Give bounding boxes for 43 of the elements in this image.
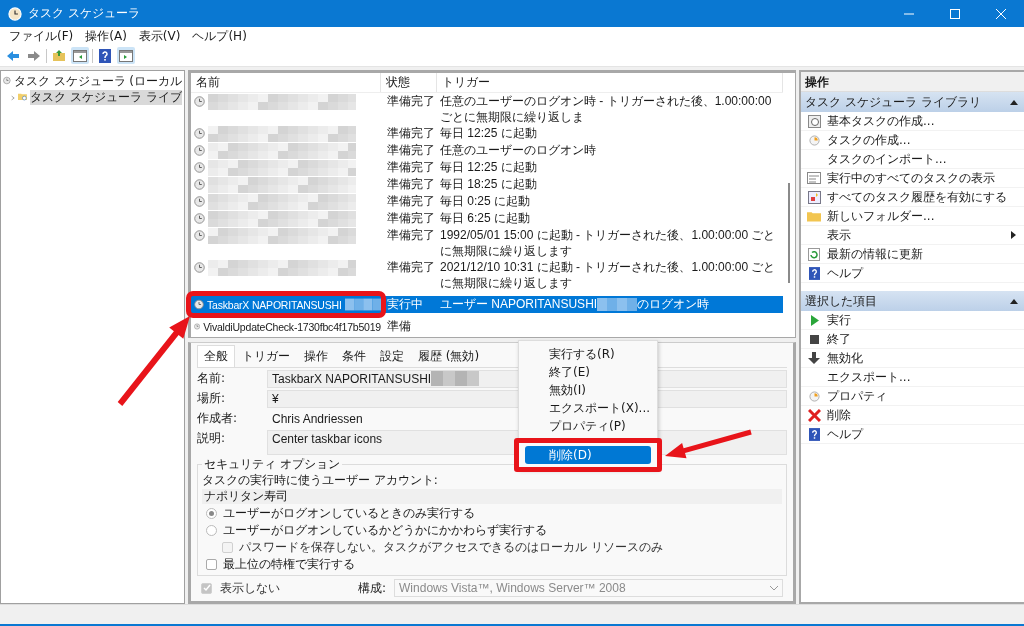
task-trigger: 2021/12/10 10:31 に起動 - トリガーされた後、1.00:00:00 ごとに無期限に繰り返します xyxy=(440,259,777,291)
task-status: 準備完了 xyxy=(386,227,436,243)
field-value: ¥ xyxy=(272,391,279,407)
option-label: ユーザーがログオンしているかどうかにかかわらず実行する xyxy=(223,522,547,538)
task-trigger: 毎日 0:25 に起動 xyxy=(440,193,531,209)
window-title: タスク スケジューラ xyxy=(28,5,141,22)
field-value: Center taskbar icons xyxy=(272,431,383,447)
task-trigger: ユーザー NAPORITANSUSHI xyxy=(440,296,598,312)
field-label: 構成: xyxy=(358,580,387,596)
option-label: 最上位の特権で実行する xyxy=(223,556,355,572)
field-value: TaskbarX NAPORITANSUSHI xyxy=(272,371,432,387)
option-label: ユーザーがログオンしているときのみ実行する xyxy=(223,505,475,521)
option-label: パスワードを保存しない。タスクがアクセスできるのはローカル リソースのみ xyxy=(239,539,663,555)
task-trigger: 任意のユーザーのログオン時 - トリガーされた後、1.00:00:00 ごとに無期限に繰り返しま xyxy=(440,93,773,125)
task-trigger: 毎日 6:25 に起動 xyxy=(440,210,531,226)
task-status: 準備完了 xyxy=(386,259,436,275)
task-status: 準備完了 xyxy=(386,210,436,226)
task-status: 準備完了 xyxy=(386,176,436,192)
task-trigger: のログオン時 xyxy=(637,296,710,312)
task-trigger: 1992/05/01 15:00 に起動 - トリガーされた後、1.00:00:00 ごとに無期限に繰り返します xyxy=(440,227,777,259)
task-name: VivaldiUpdateCheck-1730fbc4f17b5019 xyxy=(203,319,381,335)
task-trigger: 毎日 18:25 に起動 xyxy=(440,176,537,192)
pane-title: 操作 xyxy=(801,72,1024,92)
task-status: 準備完了 xyxy=(386,125,436,141)
task-trigger: 毎日 12:25 に起動 xyxy=(440,159,537,175)
task-status: 準備完了 xyxy=(386,142,436,158)
field-label: 説明: xyxy=(197,430,227,447)
task-status: 準備完了 xyxy=(386,193,436,209)
field-value: Chris Andriessen xyxy=(272,411,363,427)
task-name: TaskbarX NAPORITANSUSHI xyxy=(207,297,342,313)
field-label: 場所: xyxy=(197,390,227,407)
account-label: タスクの実行時に使うユーザー アカウント: xyxy=(202,473,439,488)
task-trigger: 任意のユーザーのログオン時 xyxy=(440,142,596,158)
task-trigger: 毎日 12:25 に起動 xyxy=(440,125,537,141)
group-title: セキュリティ オプション xyxy=(202,457,342,472)
option-label: 表示しない xyxy=(220,580,281,596)
task-status: 準備完了 xyxy=(386,93,436,109)
field-label: 名前: xyxy=(197,370,227,387)
account-field: ナポリタン寿司 xyxy=(202,489,782,504)
task-status: 準備完了 xyxy=(386,159,436,175)
task-status: 準備 xyxy=(386,318,412,334)
task-status: 実行中 xyxy=(386,296,424,312)
field-label: 作成者: xyxy=(197,410,239,427)
